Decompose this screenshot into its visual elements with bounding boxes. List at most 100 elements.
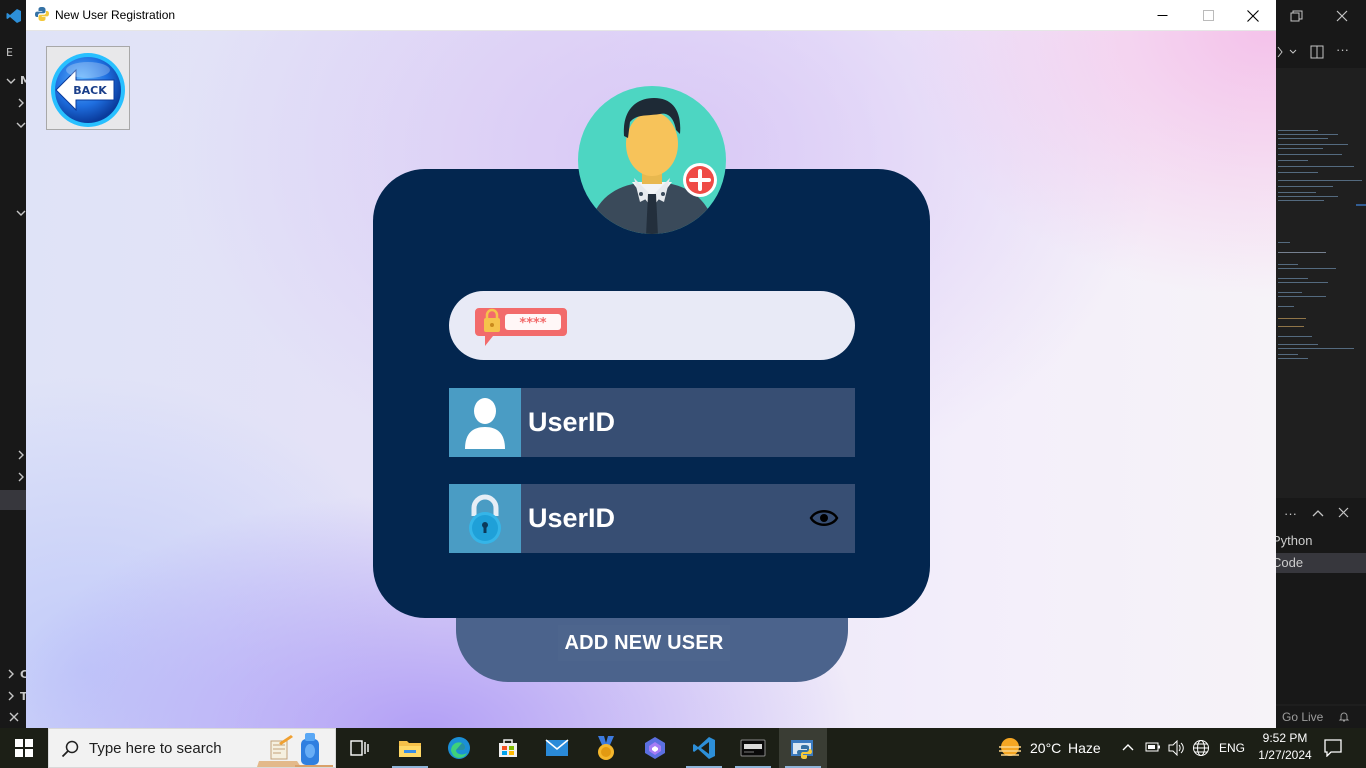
close-icon: [1336, 10, 1348, 22]
chevron-down-icon: [16, 210, 26, 216]
user-icon: [465, 397, 505, 449]
minimize-button[interactable]: [1139, 0, 1185, 31]
registration-form-area: BACK **** UserID UserID ADD NEW USER: [26, 31, 1276, 728]
vscode-panel: ··· Python Code: [1272, 498, 1366, 704]
mail-button[interactable]: [533, 728, 581, 768]
password-icon-box: [449, 484, 521, 553]
python-app-icon: [35, 7, 49, 21]
taskbar: Type here to search 20°C Haze ENG 9:52 P…: [0, 728, 1366, 768]
chevron-up-icon[interactable]: [1122, 742, 1134, 752]
notification-icon[interactable]: [1324, 739, 1342, 757]
search-placeholder: Type here to search: [89, 740, 222, 757]
clock-date: 1/27/2024: [1258, 748, 1312, 762]
vscode-status-remote: [0, 706, 26, 728]
back-arrow-icon: BACK: [51, 53, 125, 127]
more-actions-icon: ···: [1284, 506, 1297, 521]
task-view-icon: [350, 740, 369, 756]
edge-icon: [448, 737, 470, 759]
chevron-right-icon: [18, 472, 24, 482]
search-icon: [61, 740, 79, 758]
store-icon: [499, 739, 517, 757]
weather-temperature[interactable]: 20°C: [1030, 740, 1061, 756]
background-vscode-right: ··· ··· Python Code Go Live: [1272, 0, 1366, 728]
volume-icon[interactable]: [1167, 740, 1185, 756]
chevron-down-icon: [6, 78, 16, 84]
taskbar-search-box[interactable]: Type here to search: [48, 728, 336, 768]
password-field[interactable]: UserID: [449, 484, 855, 553]
eye-icon[interactable]: [809, 506, 839, 530]
minimize-icon: [1157, 15, 1167, 16]
maximize-icon: [1202, 10, 1214, 21]
mail-icon: [545, 739, 569, 756]
windows-logo-icon: [15, 739, 33, 757]
more-actions-icon: ···: [1336, 42, 1349, 57]
password-badge-mask: ****: [519, 316, 546, 331]
weather-condition[interactable]: Haze: [1068, 740, 1101, 756]
weather-haze-icon: [999, 738, 1021, 756]
panel-row-python: Python: [1272, 531, 1366, 551]
vscode-editor-tabs: ···: [1276, 0, 1366, 68]
padlock-icon: [469, 494, 501, 544]
clock-time: 9:52 PM: [1262, 731, 1308, 745]
remote-icon: [9, 712, 19, 722]
vscode-status-bar: Go Live: [1276, 706, 1366, 728]
panel-row-label: Code: [1272, 555, 1304, 570]
maximize-button[interactable]: [1185, 0, 1231, 31]
globe-network-icon[interactable]: [1192, 739, 1210, 757]
split-editor-icon: [1310, 45, 1324, 59]
battery-icon[interactable]: [1145, 741, 1161, 753]
terminal-icon: [740, 739, 766, 757]
vscode-logo-icon: [6, 9, 21, 23]
folder-icon: [399, 741, 421, 757]
vscode-icon: [693, 737, 715, 759]
close-icon: [1338, 507, 1349, 518]
bell-icon: [1338, 712, 1350, 722]
vscode-selected-row: [0, 490, 26, 510]
python-window-icon: [791, 740, 813, 759]
python-app-button[interactable]: [779, 728, 827, 768]
microsoft-store-button[interactable]: [484, 728, 532, 768]
userid-icon-box: [449, 388, 521, 457]
panel-row-label: Python: [1272, 533, 1313, 548]
language-indicator[interactable]: ENG: [1219, 741, 1245, 755]
password-input[interactable]: ****: [449, 291, 855, 360]
close-icon: [1247, 9, 1259, 22]
panel-row-code: Code: [1272, 553, 1366, 573]
password-lock-badge-icon: ****: [475, 308, 567, 346]
add-new-user-button-base[interactable]: ADD NEW USER: [456, 618, 848, 682]
password-label: UserID: [528, 503, 616, 533]
userid-label: UserID: [528, 407, 616, 437]
vscode-minimap: [1276, 68, 1366, 498]
chevron-right-icon: [8, 669, 14, 679]
start-button[interactable]: [0, 728, 48, 768]
close-button[interactable]: [1230, 0, 1276, 31]
userid-field[interactable]: UserID: [449, 388, 855, 457]
search-highlight-art-icon: [257, 733, 333, 767]
app-window: New User Registration BACK **** UserID U…: [26, 0, 1276, 728]
copilot-button[interactable]: [631, 728, 679, 768]
back-label: BACK: [73, 84, 107, 97]
medal-icon: [598, 736, 614, 760]
background-vscode-left: E M C T: [0, 0, 31, 728]
add-user-avatar-icon: [578, 86, 726, 234]
chevron-right-icon: [8, 691, 14, 701]
edge-button[interactable]: [435, 728, 483, 768]
file-explorer-button[interactable]: [386, 728, 434, 768]
add-new-user-button[interactable]: ADD NEW USER: [558, 625, 730, 661]
chevron-up-icon: [1312, 510, 1324, 517]
vscode-button[interactable]: [680, 728, 728, 768]
task-view-button[interactable]: [336, 728, 384, 768]
go-live-label: Go Live: [1282, 710, 1324, 724]
medal-app-button[interactable]: [582, 728, 630, 768]
back-button[interactable]: BACK: [46, 46, 130, 130]
clock[interactable]: 9:52 PM 1/27/2024: [1252, 731, 1318, 762]
window-title: New User Registration: [55, 8, 176, 22]
run-dropdown-icon: [1277, 46, 1297, 58]
title-bar: New User Registration: [26, 0, 1276, 31]
chevron-down-icon: [16, 122, 26, 128]
chevron-right-icon: [18, 450, 24, 460]
copilot-icon: [645, 737, 665, 759]
chevron-right-icon: [18, 98, 24, 108]
terminal-app-button[interactable]: [729, 728, 777, 768]
restore-icon: [1290, 10, 1303, 22]
